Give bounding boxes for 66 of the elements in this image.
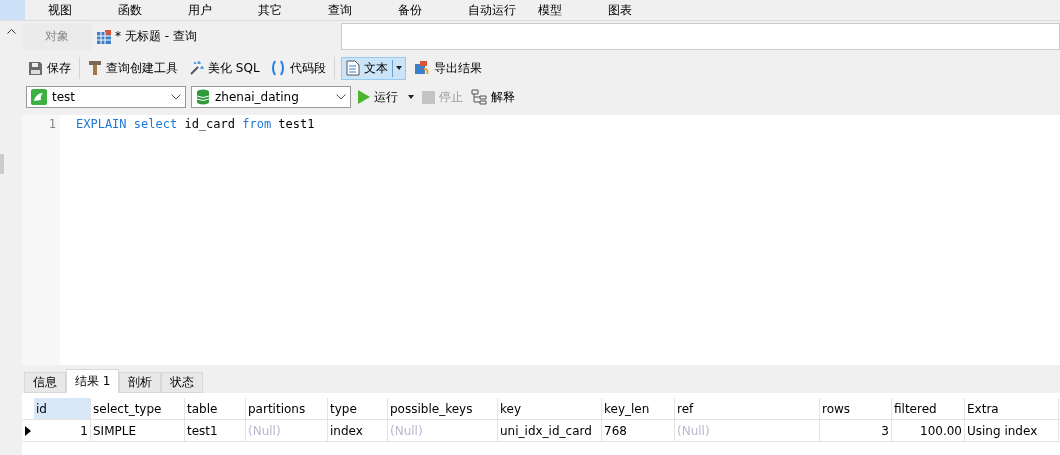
beautify-sql-button[interactable]: 美化 SQL bbox=[186, 57, 262, 79]
table-cell: (Null) bbox=[675, 420, 820, 441]
query-builder-button[interactable]: 查询创建工具 bbox=[86, 57, 180, 79]
table-cell: 100.00 bbox=[892, 420, 965, 441]
menu-item[interactable]: 视图 bbox=[48, 1, 118, 19]
stop-icon bbox=[422, 90, 435, 104]
parentheses-icon bbox=[269, 60, 286, 76]
column-header[interactable]: select_type bbox=[91, 398, 185, 419]
dropdown-arrow-icon[interactable] bbox=[395, 66, 402, 70]
menu-item[interactable]: 模型 bbox=[538, 1, 608, 19]
table-icon bbox=[96, 28, 112, 45]
column-header[interactable]: Extra bbox=[965, 398, 1059, 419]
column-header[interactable]: type bbox=[328, 398, 388, 419]
tree-diagram-icon bbox=[471, 89, 487, 105]
result-tab[interactable]: 状态 bbox=[161, 372, 204, 393]
code-snippet-button[interactable]: 代码段 bbox=[267, 57, 328, 79]
table-cell: 3 bbox=[820, 420, 892, 441]
export-table-icon bbox=[413, 60, 430, 76]
sql-code-line: EXPLAIN select id_card from test1 bbox=[76, 117, 316, 131]
menu-corner bbox=[0, 0, 25, 20]
column-header[interactable]: id bbox=[34, 398, 91, 419]
document-icon bbox=[345, 60, 360, 76]
column-header[interactable]: possible_keys bbox=[388, 398, 498, 419]
menu-item[interactable]: 查询 bbox=[328, 1, 398, 19]
menu-item[interactable]: 图表 bbox=[608, 1, 678, 19]
run-button[interactable]: 运行 bbox=[356, 86, 416, 108]
magic-wand-icon bbox=[188, 60, 204, 76]
save-button[interactable]: 保存 bbox=[26, 57, 73, 79]
table-cell: (Null) bbox=[388, 420, 498, 441]
table-cell: 768 bbox=[602, 420, 675, 441]
column-header[interactable]: rows bbox=[820, 398, 892, 419]
table-cell: (Null) bbox=[246, 420, 328, 441]
table-cell: index bbox=[328, 420, 388, 441]
result-tab[interactable]: 剖析 bbox=[119, 372, 162, 393]
database-icon bbox=[196, 89, 210, 105]
play-icon bbox=[358, 90, 370, 104]
column-header[interactable]: ref bbox=[675, 398, 820, 419]
column-header[interactable]: filtered bbox=[892, 398, 965, 419]
line-number: 1 bbox=[47, 117, 57, 131]
column-header[interactable]: key bbox=[498, 398, 602, 419]
database-select[interactable]: zhenai_dating bbox=[191, 86, 351, 108]
result-tab[interactable]: 结果 1 bbox=[66, 369, 120, 393]
export-results-button[interactable]: 导出结果 bbox=[411, 57, 484, 79]
table-cell: uni_idx_id_card bbox=[498, 420, 602, 441]
hammer-icon bbox=[88, 60, 102, 76]
column-header[interactable]: partitions bbox=[246, 398, 328, 419]
table-cell: Using index bbox=[965, 420, 1059, 441]
connection-select[interactable]: test bbox=[26, 86, 186, 108]
chevron-down-icon bbox=[336, 94, 346, 100]
save-icon bbox=[28, 60, 43, 76]
column-header[interactable]: table bbox=[185, 398, 246, 419]
dropdown-arrow-icon bbox=[408, 95, 414, 99]
menu-item[interactable]: 用户 bbox=[188, 1, 258, 19]
collapse-icon[interactable] bbox=[6, 29, 16, 34]
menu-item[interactable]: 其它 bbox=[258, 1, 328, 19]
menu-item[interactable]: 备份 bbox=[398, 1, 468, 19]
result-tab[interactable]: 信息 bbox=[24, 372, 66, 393]
explain-button[interactable]: 解释 bbox=[469, 86, 517, 108]
text-output-button[interactable]: 文本 bbox=[340, 56, 406, 80]
chevron-down-icon bbox=[171, 94, 181, 100]
column-header[interactable]: key_len bbox=[602, 398, 675, 419]
table-cell: test1 bbox=[185, 420, 246, 441]
menu-item[interactable]: 自动运行 bbox=[468, 1, 538, 19]
menu-item[interactable]: 函数 bbox=[118, 1, 188, 19]
table-cell: 1 bbox=[34, 420, 91, 441]
table-cell: SIMPLE bbox=[91, 420, 185, 441]
